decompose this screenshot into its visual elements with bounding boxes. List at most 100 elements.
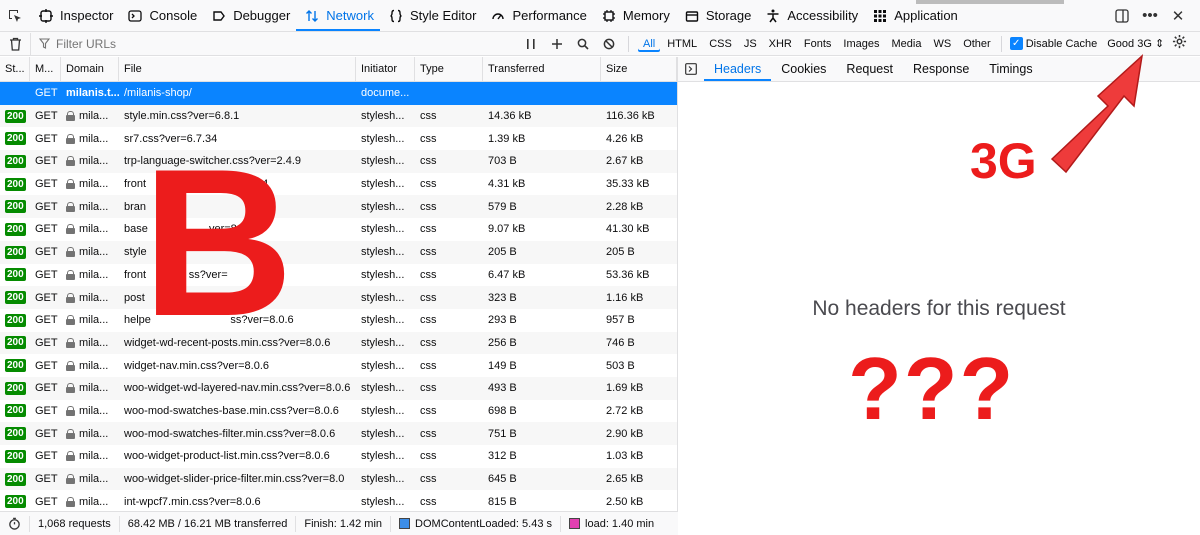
annotation-letter: B: [142, 125, 294, 360]
tab-application[interactable]: Application: [864, 0, 964, 31]
type-filter-media[interactable]: Media: [886, 36, 926, 52]
filter-urls-input[interactable]: [56, 36, 456, 51]
tab-console[interactable]: Console: [119, 0, 203, 31]
cell-initiator: stylesh...: [361, 178, 405, 191]
cell-size: 2.50 kB: [606, 495, 644, 508]
table-row[interactable]: 200 GET mila... woo-widget-product-list.min…: [0, 445, 677, 468]
table-row[interactable]: 200 GET mila... trp-language-switcher.css?v…: [0, 150, 677, 173]
cell-transferred: 9.07 kB: [488, 223, 526, 236]
type-filter-fonts[interactable]: Fonts: [799, 36, 837, 52]
application-icon: [872, 8, 888, 24]
type-filter-xhr[interactable]: XHR: [764, 36, 797, 52]
cell-method: GET: [35, 336, 58, 349]
table-row[interactable]: 200 GET mila... base ver=8.0 stylesh... css 9.…: [0, 218, 677, 241]
tab-network[interactable]: Network: [296, 0, 380, 31]
type-filter-ws[interactable]: WS: [928, 36, 956, 52]
cell-initiator: stylesh...: [361, 314, 405, 327]
add-filter-button[interactable]: [546, 33, 568, 55]
table-row[interactable]: GET milanis.t... /milanis-shop/docume...: [0, 82, 677, 105]
type-filter-other[interactable]: Other: [958, 36, 996, 52]
domain-text: mila...: [79, 495, 109, 508]
tab-memory[interactable]: Memory: [593, 0, 676, 31]
cell-size: 2.90 kB: [606, 427, 644, 440]
requests-table-body: GET milanis.t... /milanis-shop/docume... 20…: [0, 82, 677, 511]
performance-analysis-button[interactable]: [0, 515, 30, 532]
table-row[interactable]: 200 GET mila... front 69194 stylesh... css 4.3…: [0, 173, 677, 196]
details-tab-response[interactable]: Response: [903, 57, 979, 81]
toggle-sidebar-button[interactable]: [678, 57, 704, 81]
table-row[interactable]: 200 GET mila... woo-mod-swatches-filter.min…: [0, 422, 677, 445]
close-devtools-button[interactable]: ✕: [1166, 4, 1190, 28]
table-row[interactable]: 200 GET mila... int-wpcf7.min.css?ver=8.0.6…: [0, 490, 677, 511]
cell-transferred: 1.39 kB: [488, 132, 526, 145]
cell-transferred: 293 B: [488, 314, 517, 327]
cell-initiator: stylesh...: [361, 268, 405, 281]
tab-style-editor[interactable]: Style Editor: [380, 0, 482, 31]
table-row[interactable]: 200 GET mila... woo-mod-swatches-base.min.c…: [0, 400, 677, 423]
tab-inspector[interactable]: Inspector: [30, 0, 119, 31]
table-row[interactable]: 200 GET mila... helpe ss?ver=8.0.6 stylesh..…: [0, 309, 677, 332]
cell-status: 200: [0, 245, 30, 259]
search-button[interactable]: [572, 33, 594, 55]
type-filter-html[interactable]: HTML: [662, 36, 702, 52]
cell-type: css: [420, 336, 437, 349]
table-row[interactable]: 200 GET mila... post stylesh... css 323 B 1.16 …: [0, 286, 677, 309]
cell-transferred: 256 B: [488, 336, 517, 349]
status-badge: 200: [5, 449, 26, 463]
tab-label: Application: [894, 8, 958, 23]
domain-text: mila...: [79, 268, 109, 281]
cell-type: css: [420, 473, 437, 486]
table-row[interactable]: 200 GET mila... widget-nav.min.css?ver=8.0.…: [0, 354, 677, 377]
disable-cache-checkbox[interactable]: ✓: [1009, 37, 1023, 50]
lock-icon: [66, 315, 75, 326]
column-header[interactable]: File: [119, 57, 356, 81]
table-row[interactable]: 200 GET mila... style.min.css?ver=6.8.1 styl…: [0, 104, 677, 128]
column-header[interactable]: Transferred: [483, 57, 601, 81]
block-requests-button[interactable]: [598, 33, 620, 55]
table-row[interactable]: 200 GET mila... sr7.css?ver=6.7.34 stylesh..…: [0, 127, 677, 150]
filter-urls-field[interactable]: [30, 32, 510, 55]
column-header[interactable]: M...: [30, 57, 61, 81]
cell-file: style.min.css?ver=6.8.1: [124, 110, 240, 123]
tab-performance[interactable]: Performance: [482, 0, 592, 31]
overflow-menu-button[interactable]: •••: [1138, 4, 1162, 28]
table-row[interactable]: 200 GET mila... bran stylesh... css 579 B 2.28 …: [0, 195, 677, 219]
type-filter-css[interactable]: CSS: [704, 36, 737, 52]
cell-file: woo-widget-product-list.min.css?ver=8.0.…: [124, 450, 330, 463]
cell-domain: mila...: [61, 382, 119, 394]
cell-initiator: stylesh...: [361, 336, 405, 349]
column-header[interactable]: Type: [415, 57, 483, 81]
column-header[interactable]: Size: [601, 57, 677, 81]
element-picker-button[interactable]: [0, 0, 30, 31]
storage-icon: [684, 8, 700, 24]
tab-accessibility[interactable]: Accessibility: [757, 0, 864, 31]
column-header[interactable]: Domain: [61, 57, 119, 81]
load-time-label: load: 1.40 min: [585, 517, 655, 530]
table-row[interactable]: 200 GET mila... front ss?ver= stylesh... css 6…: [0, 264, 677, 287]
details-tab-cookies[interactable]: Cookies: [771, 57, 836, 81]
tab-debugger[interactable]: Debugger: [203, 0, 296, 31]
table-row[interactable]: 200 GET mila... widget-wd-recent-posts.min.…: [0, 331, 677, 355]
column-header[interactable]: Initiator: [356, 57, 415, 81]
domain-text: mila...: [79, 450, 109, 463]
dom-content-loaded: DOMContentLoaded: 5.43 s: [391, 515, 562, 532]
type-filter-js[interactable]: JS: [739, 36, 762, 52]
request-count: 1,068 requests: [30, 515, 120, 532]
table-row[interactable]: 200 GET mila... woo-widget-slider-price-fil…: [0, 467, 677, 491]
pause-button[interactable]: [520, 33, 542, 55]
dock-button[interactable]: [1110, 4, 1134, 28]
details-tab-request[interactable]: Request: [836, 57, 903, 81]
cell-size: 2.65 kB: [606, 473, 644, 486]
pause-icon: [527, 38, 535, 49]
status-badge: 200: [5, 200, 26, 214]
cell-transferred: 698 B: [488, 404, 517, 417]
type-filter-images[interactable]: Images: [838, 36, 884, 52]
table-row[interactable]: 200 GET mila... woo-widget-wd-layered-nav.m…: [0, 376, 677, 400]
tab-storage[interactable]: Storage: [676, 0, 758, 31]
cell-domain: mila...: [61, 110, 119, 122]
table-row[interactable]: 200 GET mila... style stylesh... css 205 B 205 …: [0, 240, 677, 264]
type-filter-all[interactable]: All: [638, 36, 660, 52]
column-header[interactable]: St...: [0, 57, 30, 81]
details-tab-headers[interactable]: Headers: [704, 57, 771, 81]
clear-requests-button[interactable]: [0, 37, 30, 51]
